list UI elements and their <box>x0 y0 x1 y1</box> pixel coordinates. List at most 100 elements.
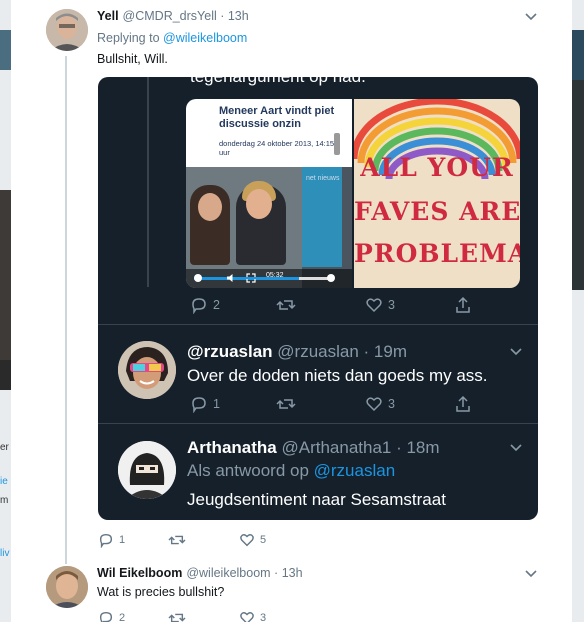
reply-header: Arthanatha @Arthanatha1 · 18m <box>187 438 440 457</box>
reply-header: @rzuaslan @rzuaslan · 19m <box>187 342 407 361</box>
heart-icon <box>240 534 254 547</box>
replying-label: Als antwoord op <box>187 461 309 480</box>
avatar[interactable] <box>46 566 88 608</box>
tweet-header: Wil Eikelboom @wileikelboom · 13h <box>97 566 303 580</box>
reply-text: Over de doden niets dan goeds my ass. <box>187 366 488 385</box>
video-badge: net nieuws <box>306 175 340 182</box>
replying-to-link[interactable]: @wileikelboom <box>163 31 247 45</box>
like-count: 3 <box>388 298 395 312</box>
heart-icon <box>240 612 254 622</box>
reply-count: 2 <box>119 612 126 622</box>
conversation-panel: Yell @CMDR_drsYell · 13h Replying to @wil… <box>11 0 572 622</box>
replying-to: Als antwoord op @rzuaslan <box>187 461 395 481</box>
progress-knob[interactable] <box>194 274 202 282</box>
timestamp[interactable]: 19m <box>374 342 407 361</box>
user-handle[interactable]: @wileikelboom <box>186 566 270 580</box>
person-face <box>198 193 222 221</box>
replying-label: Replying to <box>97 31 160 45</box>
like-button[interactable]: 5 <box>239 532 266 548</box>
retweet-button[interactable] <box>168 610 186 622</box>
reply-icon <box>192 298 206 314</box>
replying-to: Replying to @wileikelboom <box>97 31 247 45</box>
divider <box>98 324 538 325</box>
like-count: 3 <box>260 612 267 622</box>
display-name[interactable]: @rzuaslan <box>187 342 273 361</box>
like-button[interactable]: 3 <box>365 395 395 413</box>
background-text: er <box>0 442 9 453</box>
divider <box>98 423 538 424</box>
display-name[interactable]: Arthanatha <box>187 438 277 457</box>
reply-button[interactable]: 2 <box>98 610 125 622</box>
media-video-card[interactable]: Meneer Aart vindt piet discussie onzin d… <box>186 99 352 288</box>
reply-text: Jeugdsentiment naar Sesamstraat <box>187 490 446 509</box>
display-name[interactable]: Yell <box>97 9 119 23</box>
video-backdrop: net nieuws <box>302 167 342 267</box>
media-title: Meneer Aart vindt piet discussie onzin <box>219 105 335 130</box>
reply-count: 1 <box>119 534 126 546</box>
retweet-icon <box>168 613 186 622</box>
timestamp[interactable]: 13h <box>228 9 249 23</box>
reply-button[interactable]: 2 <box>190 296 220 314</box>
reply-count: 1 <box>213 397 220 411</box>
retweet-button[interactable] <box>168 532 186 548</box>
retweet-icon <box>276 399 296 409</box>
avatar[interactable] <box>118 441 176 499</box>
background-right-panel <box>572 0 584 622</box>
quoted-text-fragment: tegenargument op had. <box>190 77 366 87</box>
video-player[interactable]: net nieuws 05:32 <box>186 167 352 288</box>
share-button[interactable] <box>454 296 472 314</box>
retweet-icon <box>276 300 296 310</box>
tweet-header: Yell @CMDR_drsYell · 13h <box>97 9 249 23</box>
image-text-line: PROBLEMAT <box>354 239 520 268</box>
share-button[interactable] <box>454 395 472 413</box>
scrollbar[interactable] <box>334 133 340 155</box>
heart-icon <box>366 298 382 313</box>
reply-icon <box>99 611 113 622</box>
user-handle[interactable]: @CMDR_drsYell <box>123 9 217 23</box>
background-text: liv <box>0 548 10 559</box>
video-progress-bar[interactable] <box>194 277 334 280</box>
background-text: m <box>0 495 9 506</box>
image-text-line: ALL YOUR <box>360 153 514 182</box>
retweet-button[interactable] <box>276 395 296 413</box>
user-handle[interactable]: @rzuaslan <box>277 342 359 361</box>
volume-icon[interactable] <box>226 273 236 283</box>
background-left-panel: er ie m liv <box>0 0 11 622</box>
tweet-text: Bullshit, Will. <box>97 52 168 66</box>
image-text-line: FAVES ARE <box>354 197 520 226</box>
retweet-button[interactable] <box>276 296 296 314</box>
embedded-tweet-card[interactable]: tegenargument op had. Meneer Aart vindt … <box>98 77 538 520</box>
media-image-card[interactable]: ALL YOUR FAVES ARE PROBLEMAT <box>354 99 520 288</box>
avatar[interactable] <box>46 9 88 51</box>
media-date: donderdag 24 oktober 2013, 14:15 uur <box>219 139 335 157</box>
avatar[interactable] <box>118 341 176 399</box>
reply-icon <box>192 397 206 413</box>
like-count: 3 <box>388 397 395 411</box>
background-text: ie <box>0 476 8 487</box>
chevron-down-icon[interactable] <box>509 443 523 453</box>
replying-to-link[interactable]: @rzuaslan <box>314 461 396 480</box>
share-icon <box>456 395 470 412</box>
reply-button[interactable]: 1 <box>98 532 125 548</box>
timestamp[interactable]: 13h <box>282 566 303 580</box>
chevron-down-icon[interactable] <box>509 347 523 357</box>
chevron-down-icon[interactable] <box>524 569 538 579</box>
thread-line <box>65 56 67 564</box>
like-count: 5 <box>260 534 267 546</box>
tweet-text: Wat is precies bullshit? <box>97 585 225 599</box>
volume-knob[interactable] <box>327 274 335 282</box>
timestamp[interactable]: 18m <box>406 438 439 457</box>
like-button[interactable]: 3 <box>239 610 266 622</box>
reply-button[interactable]: 1 <box>190 395 220 413</box>
like-button[interactable]: 3 <box>365 296 395 314</box>
thread-line <box>147 77 149 287</box>
reply-count: 2 <box>213 298 220 312</box>
display-name[interactable]: Wil Eikelboom <box>97 566 182 580</box>
reply-icon <box>99 533 113 548</box>
retweet-icon <box>168 535 186 545</box>
chevron-down-icon[interactable] <box>524 12 538 22</box>
user-handle[interactable]: @Arthanatha1 <box>281 438 391 457</box>
heart-icon <box>366 397 382 412</box>
video-controls: 05:32 <box>186 269 352 288</box>
fullscreen-icon[interactable] <box>246 273 256 283</box>
